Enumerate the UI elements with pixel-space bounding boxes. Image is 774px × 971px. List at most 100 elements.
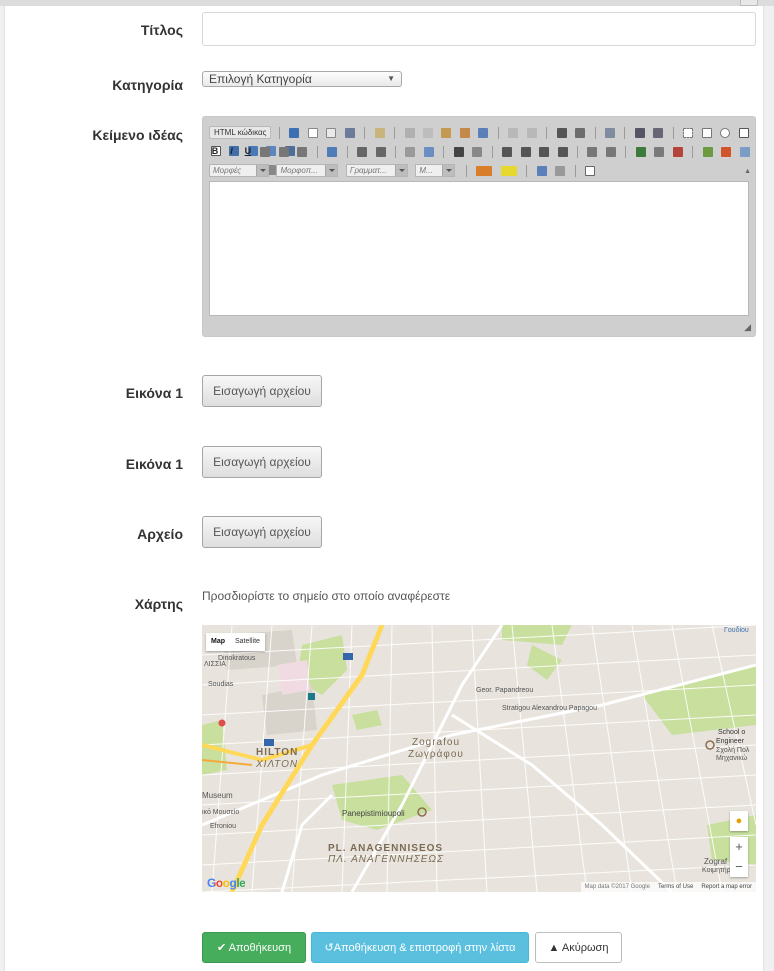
copy-icon[interactable] <box>423 128 433 138</box>
cut-icon[interactable] <box>404 128 415 138</box>
map-label-hilton-greek: ΧΙΛΤΟΝ <box>256 759 299 770</box>
ltr-icon[interactable] <box>587 147 598 157</box>
blockquote-icon[interactable] <box>453 147 464 157</box>
image2-upload-button[interactable]: Εισαγωγή αρχείου <box>202 446 322 478</box>
paste-word-icon[interactable] <box>478 128 489 138</box>
strike-icon[interactable] <box>260 147 271 157</box>
save-doc-icon[interactable] <box>289 128 300 138</box>
checkbox-icon[interactable] <box>701 128 712 138</box>
toolbar-separator <box>491 146 493 158</box>
undo-icon[interactable] <box>508 128 519 138</box>
map-label-papandreou: Geor. Papandreou <box>476 687 534 694</box>
preview-icon[interactable] <box>326 128 337 138</box>
map-widget[interactable]: Map Satellite ΛΙΣΣΙΑ Dinokratous Soudias… <box>202 625 756 892</box>
font-combo[interactable]: Γραμματ... <box>345 164 408 177</box>
save-button[interactable]: ✔ Αποθήκευση <box>202 932 306 963</box>
warning-icon: ▲ <box>548 941 562 954</box>
italic-button[interactable]: I <box>225 146 237 156</box>
size-combo[interactable]: Μ... <box>415 164 456 177</box>
bulleted-list-icon[interactable] <box>375 147 386 157</box>
toolbar-separator <box>394 127 396 139</box>
zoom-in-button[interactable]: + <box>730 837 748 857</box>
toolbar-separator <box>278 127 280 139</box>
format-combo[interactable]: Μορφοπ... <box>276 164 339 177</box>
maximize-icon[interactable] <box>536 166 547 176</box>
paste-icon[interactable] <box>441 128 452 138</box>
collapse-toolbar-icon[interactable]: ▲ <box>744 168 751 175</box>
source-code-button[interactable]: HTML κώδικας <box>209 126 272 139</box>
image1-upload-button[interactable]: Εισαγωγή αρχείου <box>202 375 322 407</box>
toolbar-separator <box>624 127 626 139</box>
idea-text-label: Κείμενο ιδέας <box>92 127 183 143</box>
report-map-error-link[interactable]: Report a map error <box>697 884 756 890</box>
subscript-icon[interactable] <box>278 147 289 157</box>
map-label-zograf-small: Zograf <box>704 857 728 866</box>
editor-toolbar-row-1: HTML κώδικας <box>209 125 755 156</box>
unlink-icon[interactable] <box>654 147 665 157</box>
map-type-map-button[interactable]: Map <box>206 633 230 651</box>
redo-icon[interactable] <box>526 128 537 138</box>
table-icon[interactable] <box>739 147 750 157</box>
new-page-icon[interactable] <box>307 128 318 138</box>
help-icon[interactable] <box>584 166 595 176</box>
map-type-satellite-button[interactable]: Satellite <box>230 633 265 651</box>
file-upload-button[interactable]: Εισαγωγή αρχείου <box>202 516 322 548</box>
underline-button[interactable]: U <box>242 146 254 156</box>
align-left-icon[interactable] <box>502 147 513 157</box>
remove-format-icon[interactable] <box>327 147 338 157</box>
map-label-engineer: Engineer <box>716 738 745 745</box>
find-icon[interactable] <box>556 128 567 138</box>
superscript-icon[interactable] <box>297 147 308 157</box>
save-and-return-button[interactable]: ↺Αποθήκευση & επιστροφή στην λίστα <box>311 932 529 963</box>
toolbar-separator <box>497 127 499 139</box>
show-blocks-icon[interactable] <box>555 166 566 176</box>
text-color-icon[interactable] <box>476 166 493 176</box>
image1-label: Εικόνα 1 <box>125 385 183 401</box>
align-right-icon[interactable] <box>539 147 550 157</box>
textfield-icon[interactable] <box>738 128 749 138</box>
numbered-list-icon[interactable] <box>357 147 368 157</box>
bold-button[interactable]: B <box>209 146 221 156</box>
select-all-icon[interactable] <box>604 128 615 138</box>
outdent-icon[interactable] <box>405 147 416 157</box>
resize-handle-icon[interactable]: ◢ <box>744 322 751 333</box>
map-label-zografou-latin: Zografou <box>412 737 461 748</box>
map-label-ilissia: ΛΙΣΣΙΑ <box>204 661 226 668</box>
indent-icon[interactable] <box>423 147 434 157</box>
save-and-return-label: Αποθήκευση & επιστροφή στην λίστα <box>333 942 516 954</box>
rich-text-editor: HTML κώδικας B I U Μορφές Μορφοπ... Γραμ… <box>202 116 756 337</box>
print-icon[interactable] <box>344 128 355 138</box>
templates-icon[interactable] <box>374 128 385 138</box>
spellcheck-as-you-type-icon[interactable] <box>653 128 664 138</box>
map-label-school: School o <box>718 729 746 736</box>
map-label-museum: Museum <box>202 791 233 800</box>
zoom-out-button[interactable]: − <box>730 857 748 877</box>
category-select[interactable]: Επιλογή Κατηγορία ▼ <box>202 71 402 87</box>
flash-icon[interactable] <box>721 147 732 157</box>
terms-of-use-link[interactable]: Terms of Use <box>654 884 697 890</box>
paste-text-icon[interactable] <box>459 128 470 138</box>
background-color-icon[interactable] <box>500 166 517 176</box>
anchor-icon[interactable] <box>672 147 683 157</box>
map-type-control[interactable]: Map Satellite <box>206 633 265 651</box>
spellcheck-icon[interactable] <box>634 128 645 138</box>
form-icon[interactable] <box>683 128 694 138</box>
rtl-icon[interactable] <box>605 147 616 157</box>
toolbar-separator <box>576 146 578 158</box>
title-input[interactable] <box>202 12 756 46</box>
image-icon[interactable] <box>702 147 713 157</box>
font-combo-label: Γραμματ... <box>349 166 387 175</box>
align-justify-icon[interactable] <box>557 147 568 157</box>
cancel-button[interactable]: ▲ Ακύρωση <box>535 932 622 963</box>
radio-icon[interactable] <box>720 128 731 138</box>
align-center-icon[interactable] <box>520 147 531 157</box>
street-view-pegman-icon[interactable]: ● <box>730 811 748 831</box>
editor-content-area[interactable] <box>209 181 749 316</box>
toolbar-separator <box>574 165 576 177</box>
link-icon[interactable] <box>635 147 646 157</box>
styles-combo[interactable]: Μορφές <box>209 164 269 177</box>
replace-icon[interactable] <box>575 128 586 138</box>
map-footer: Map data ©2017 Google Terms of Use Repor… <box>580 882 756 892</box>
google-logo[interactable]: Google <box>207 876 246 890</box>
div-container-icon[interactable] <box>472 147 483 157</box>
